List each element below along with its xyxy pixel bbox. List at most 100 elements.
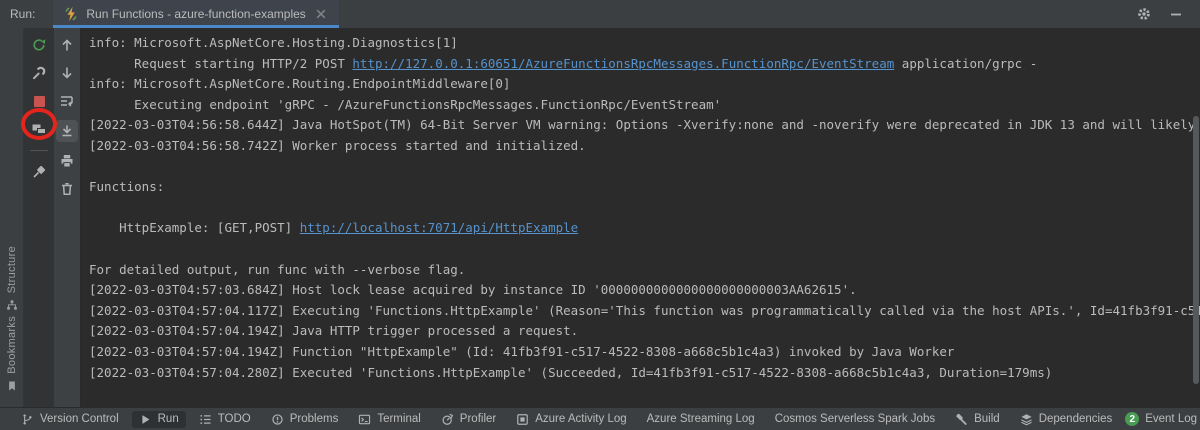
statusbar-tab-label: Terminal bbox=[377, 413, 420, 425]
hide-tool-window-icon[interactable] bbox=[1168, 6, 1184, 22]
statusbar-tab-label: Build bbox=[974, 413, 1000, 425]
console-text: [2022-03-03T04:57:04.194Z] Function "Htt… bbox=[89, 344, 954, 359]
console-text: Functions: bbox=[89, 179, 164, 194]
tool-window-title: Run: bbox=[10, 7, 35, 21]
terminal-icon bbox=[358, 413, 371, 426]
arrow-down-button[interactable] bbox=[56, 64, 78, 82]
build-icon bbox=[955, 413, 968, 426]
statusbar-tab-label: Run bbox=[158, 413, 179, 425]
close-icon[interactable] bbox=[313, 6, 329, 22]
statusbar-tab-terminal[interactable]: Terminal bbox=[351, 411, 427, 428]
stop-button[interactable] bbox=[28, 92, 50, 110]
console-output[interactable]: info: Microsoft.AspNetCore.Hosting.Diagn… bbox=[81, 28, 1200, 407]
console-text: [2022-03-03T04:57:04.280Z] Executed 'Fun… bbox=[89, 365, 1052, 380]
run-tool-window-body: Structure Bookmarks info: Microsoft.AspNe… bbox=[0, 28, 1200, 407]
console-line: [2022-03-03T04:57:04.117Z] Executing 'Fu… bbox=[89, 301, 1200, 322]
statusbar-tab-label: Azure Streaming Log bbox=[647, 413, 755, 425]
statusbar-tab-label: Azure Activity Log bbox=[535, 413, 626, 425]
run-tool-window: Run: Run Functions - azure-function-exam… bbox=[0, 0, 1200, 430]
statusbar-tab-azure-streaming-log[interactable]: Azure Streaming Log bbox=[640, 411, 762, 427]
header-actions bbox=[1136, 6, 1200, 22]
statusbar-tab-profiler[interactable]: Profiler bbox=[434, 411, 503, 428]
console-text: info: Microsoft.AspNetCore.Routing.Endpo… bbox=[89, 76, 510, 91]
statusbar-tab-cosmos-serverless-spark-jobs[interactable]: Cosmos Serverless Spark Jobs bbox=[768, 411, 942, 427]
console-line: For detailed output, run func with --ver… bbox=[89, 260, 1200, 281]
rerun-button[interactable] bbox=[28, 36, 50, 54]
stripe-item-label: Structure bbox=[6, 246, 18, 293]
console-text: For detailed output, run func with --ver… bbox=[89, 262, 465, 277]
statusbar-tab-label: Cosmos Serverless Spark Jobs bbox=[775, 413, 935, 425]
profiler-icon bbox=[441, 413, 454, 426]
console-text: [2022-03-03T04:56:58.644Z] Java HotSpot(… bbox=[89, 117, 1200, 132]
console-line: info: Microsoft.AspNetCore.Hosting.Diagn… bbox=[89, 33, 1200, 54]
branch-icon bbox=[21, 413, 34, 426]
rerun-icon bbox=[31, 37, 47, 53]
trash-button[interactable] bbox=[56, 180, 78, 198]
console-line: HttpExample: [GET,POST] http://localhost… bbox=[89, 218, 1200, 239]
statusbar: Version Control Run TODO Problems Terminal Pr… bbox=[0, 407, 1200, 430]
console-link[interactable]: http://127.0.0.1:60651/AzureFunctionsRpc… bbox=[352, 56, 894, 71]
arrow-up-button[interactable] bbox=[56, 36, 78, 54]
statusbar-tab-version-control[interactable]: Version Control bbox=[14, 411, 126, 428]
vertical-scrollbar[interactable] bbox=[1193, 116, 1199, 384]
console-text: [2022-03-03T04:57:04.117Z] Executing 'Fu… bbox=[89, 303, 1200, 318]
wrench-icon bbox=[31, 65, 47, 81]
toolbar-divider bbox=[30, 150, 48, 151]
pin-button[interactable] bbox=[28, 163, 50, 181]
console-line: [2022-03-03T04:57:04.194Z] Function "Htt… bbox=[89, 342, 1200, 363]
azure-functions-icon bbox=[63, 6, 79, 22]
gear-icon[interactable] bbox=[1136, 6, 1152, 22]
restore-layout-button[interactable] bbox=[28, 120, 50, 138]
print-button[interactable] bbox=[56, 152, 78, 170]
console-line: [2022-03-03T04:56:58.742Z] Worker proces… bbox=[89, 136, 1200, 157]
statusbar-tab-label: Dependencies bbox=[1039, 413, 1113, 425]
console-line bbox=[89, 157, 1200, 178]
console-toolbar bbox=[54, 28, 81, 407]
console-text: HttpExample: [GET,POST] bbox=[89, 220, 300, 235]
console-line: [2022-03-03T04:57:03.684Z] Host lock lea… bbox=[89, 280, 1200, 301]
console-text: [2022-03-03T04:57:03.684Z] Host lock lea… bbox=[89, 282, 857, 297]
console-line: [2022-03-03T04:56:58.644Z] Java HotSpot(… bbox=[89, 115, 1200, 136]
bookmark-icon bbox=[6, 380, 18, 392]
structure-icon bbox=[6, 299, 18, 311]
statusbar-tab-label: TODO bbox=[218, 413, 251, 425]
scroll-to-end-button[interactable] bbox=[56, 120, 78, 142]
statusbar-tab-run[interactable]: Run bbox=[132, 411, 186, 428]
console-text: info: Microsoft.AspNetCore.Hosting.Diagn… bbox=[89, 35, 458, 50]
statusbar-tab-dependencies[interactable]: Dependencies bbox=[1013, 411, 1120, 428]
arrow-up-icon bbox=[59, 37, 75, 53]
console-line: Executing endpoint 'gRPC - /AzureFunctio… bbox=[89, 95, 1200, 116]
console-line: Request starting HTTP/2 POST http://127.… bbox=[89, 54, 1200, 75]
console-text: Request starting HTTP/2 POST bbox=[89, 56, 352, 71]
statusbar-tab-build[interactable]: Build bbox=[948, 411, 1007, 428]
stop-icon bbox=[34, 96, 45, 107]
wrench-button[interactable] bbox=[28, 64, 50, 82]
run-tab-label: Run Functions - azure-function-examples bbox=[86, 7, 305, 21]
console-line: Functions: bbox=[89, 177, 1200, 198]
statusbar-tab-azure-activity-log[interactable]: Azure Activity Log bbox=[509, 411, 633, 428]
event-log-count-badge: 2 bbox=[1125, 412, 1139, 426]
restore-layout-icon bbox=[31, 121, 47, 137]
console-link[interactable]: http://localhost:7071/api/HttpExample bbox=[300, 220, 578, 235]
run-tab[interactable]: Run Functions - azure-function-examples bbox=[53, 0, 338, 28]
print-icon bbox=[59, 153, 75, 169]
arrow-down-icon bbox=[59, 65, 75, 81]
todo-icon bbox=[199, 413, 212, 426]
stripe-item-label: Bookmarks bbox=[6, 316, 18, 374]
statusbar-event-log[interactable]: 2 Event Log bbox=[1125, 412, 1200, 426]
run-toolbar bbox=[24, 28, 54, 407]
console-text: [2022-03-03T04:57:04.194Z] Java HTTP tri… bbox=[89, 323, 578, 338]
console-line: [2022-03-03T04:57:04.280Z] Executed 'Fun… bbox=[89, 363, 1200, 384]
run-tool-window-header: Run: Run Functions - azure-function-exam… bbox=[0, 0, 1200, 28]
problem-icon bbox=[271, 413, 284, 426]
soft-wrap-button[interactable] bbox=[56, 92, 78, 110]
stripe-item-structure[interactable]: Structure bbox=[0, 246, 23, 311]
statusbar-tab-label: Problems bbox=[290, 413, 339, 425]
console-line bbox=[89, 239, 1200, 260]
statusbar-tab-label: Version Control bbox=[40, 413, 119, 425]
statusbar-tab-problems[interactable]: Problems bbox=[264, 411, 346, 428]
statusbar-tab-todo[interactable]: TODO bbox=[192, 411, 258, 428]
stripe-item-bookmarks[interactable]: Bookmarks bbox=[0, 316, 23, 392]
pin-icon bbox=[31, 164, 47, 180]
event-log-label: Event Log bbox=[1145, 413, 1197, 425]
